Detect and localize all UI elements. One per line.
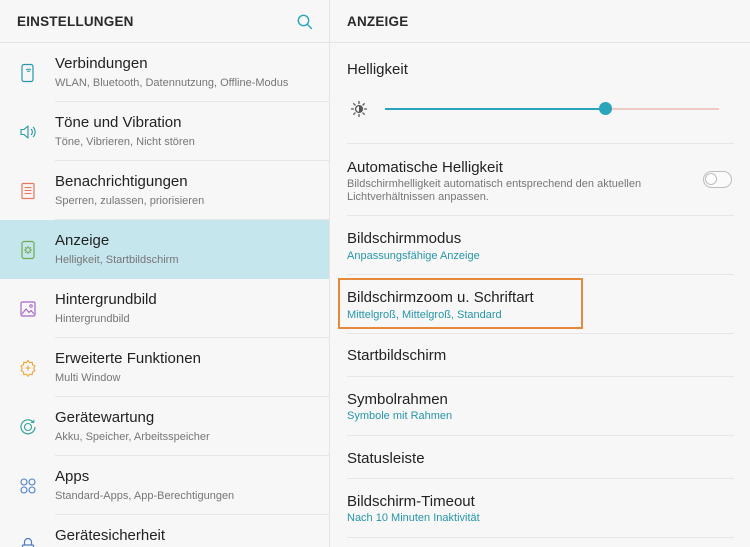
home-screen-row[interactable]: Startbildschirm <box>330 334 750 377</box>
sidebar-item-wallpaper[interactable]: Hintergrundbild Hintergrundbild <box>0 279 329 338</box>
sidebar-item-device-maintenance[interactable]: Gerätewartung Akku, Speicher, Arbeitsspe… <box>0 397 329 456</box>
display-icon <box>21 240 35 260</box>
wallpaper-icon <box>20 301 36 317</box>
sidebar-item-connections[interactable]: Verbindungen WLAN, Bluetooth, Datennutzu… <box>0 43 329 102</box>
screen-mode-label: Bildschirmmodus <box>347 230 462 247</box>
auto-brightness-row[interactable]: Automatische Helligkeit Bildschirmhellig… <box>330 144 750 216</box>
screen-zoom-font-label: Bildschirmzoom u. Schriftart <box>347 289 534 306</box>
connections-icon <box>21 63 34 83</box>
screen-timeout-row[interactable]: Bildschirm-Timeout Nach 10 Minuten Inakt… <box>330 479 750 538</box>
notifications-icon <box>21 182 35 200</box>
sidebar-item-sublabel: Helligkeit, Startbildschirm <box>55 254 179 266</box>
search-icon[interactable] <box>296 13 314 31</box>
icon-frames-label: Symbolrahmen <box>347 391 448 408</box>
sidebar-item-apps[interactable]: Apps Standard-Apps, App-Berechtigungen <box>0 456 329 515</box>
apps-icon <box>20 478 36 494</box>
brightness-slider-fill <box>385 108 605 110</box>
icon-frames-value: Symbole mit Rahmen <box>347 410 453 422</box>
status-bar-row[interactable]: Statusleiste <box>330 436 750 479</box>
screen-mode-value: Anpassungsfähige Anzeige <box>347 250 480 262</box>
settings-sidebar: EINSTELLUNGEN Verbindungen WLAN, Bluetoo… <box>0 0 329 547</box>
sidebar-item-device-security[interactable]: Gerätesicherheit <box>0 515 329 547</box>
screen-mode-row[interactable]: Bildschirmmodus Anpassungsfähige Anzeige <box>330 216 750 275</box>
sound-icon <box>20 125 36 139</box>
sidebar-item-sublabel: WLAN, Bluetooth, Datennutzung, Offline-M… <box>55 77 289 89</box>
device-maintenance-icon <box>20 419 36 435</box>
brightness-section: Helligkeit <box>330 43 750 144</box>
sidebar-item-label: Verbindungen <box>55 55 148 72</box>
icon-frames-row[interactable]: Symbolrahmen Symbole mit Rahmen <box>330 377 750 436</box>
brightness-sun-icon <box>350 100 368 118</box>
screen-zoom-font-row[interactable]: Bildschirmzoom u. Schriftart Mittelgroß,… <box>330 275 750 334</box>
lock-icon <box>21 537 35 547</box>
screen-zoom-font-value: Mittelgroß, Mittelgroß, Standard <box>347 309 502 321</box>
sidebar-item-label: Gerätesicherheit <box>55 527 166 544</box>
sidebar-item-label: Erweiterte Funktionen <box>55 350 201 367</box>
sidebar-item-notifications[interactable]: Benachrichtigungen Sperren, zulassen, pr… <box>0 161 329 220</box>
sidebar-item-sublabel: Sperren, zulassen, priorisieren <box>55 195 205 207</box>
screen-timeout-value: Nach 10 Minuten Inaktivität <box>347 512 480 524</box>
display-settings-panel: ANZEIGE Helligkeit Automatische Helligke… <box>330 0 750 547</box>
sidebar-item-label: Anzeige <box>55 232 110 249</box>
sidebar-item-sublabel: Hintergrundbild <box>55 313 130 325</box>
toggle-knob <box>705 173 717 185</box>
panel-title: ANZEIGE <box>347 13 409 29</box>
panel-header: ANZEIGE <box>330 0 750 43</box>
sidebar-header: EINSTELLUNGEN <box>0 0 329 43</box>
sidebar-item-sublabel: Akku, Speicher, Arbeitsspeicher <box>55 431 210 443</box>
auto-brightness-toggle[interactable] <box>703 171 732 188</box>
screen-timeout-label: Bildschirm-Timeout <box>347 493 475 510</box>
sidebar-item-sublabel: Multi Window <box>55 372 121 384</box>
auto-brightness-label: Automatische Helligkeit <box>347 159 503 176</box>
sidebar-item-label: Töne und Vibration <box>55 114 182 131</box>
sidebar-title: EINSTELLUNGEN <box>17 13 134 29</box>
auto-brightness-description: Bildschirmhelligkeit automatisch entspre… <box>347 178 642 203</box>
advanced-features-icon <box>20 359 36 377</box>
brightness-slider-thumb[interactable] <box>599 102 612 115</box>
brightness-label: Helligkeit <box>347 61 408 78</box>
status-bar-label: Statusleiste <box>347 450 425 467</box>
brightness-slider[interactable] <box>385 108 719 110</box>
sidebar-item-label: Gerätewartung <box>55 409 155 426</box>
home-screen-label: Startbildschirm <box>347 347 447 364</box>
sidebar-item-sublabel: Töne, Vibrieren, Nicht stören <box>55 136 195 148</box>
sidebar-item-label: Benachrichtigungen <box>55 173 188 190</box>
sidebar-item-advanced-features[interactable]: Erweiterte Funktionen Multi Window <box>0 338 329 397</box>
sidebar-item-label: Hintergrundbild <box>55 291 157 308</box>
sidebar-item-display[interactable]: Anzeige Helligkeit, Startbildschirm <box>0 220 329 279</box>
sidebar-item-label: Apps <box>55 468 90 485</box>
divider <box>347 537 734 538</box>
sidebar-item-sounds[interactable]: Töne und Vibration Töne, Vibrieren, Nich… <box>0 102 329 161</box>
sidebar-item-sublabel: Standard-Apps, App-Berechtigungen <box>55 490 235 502</box>
